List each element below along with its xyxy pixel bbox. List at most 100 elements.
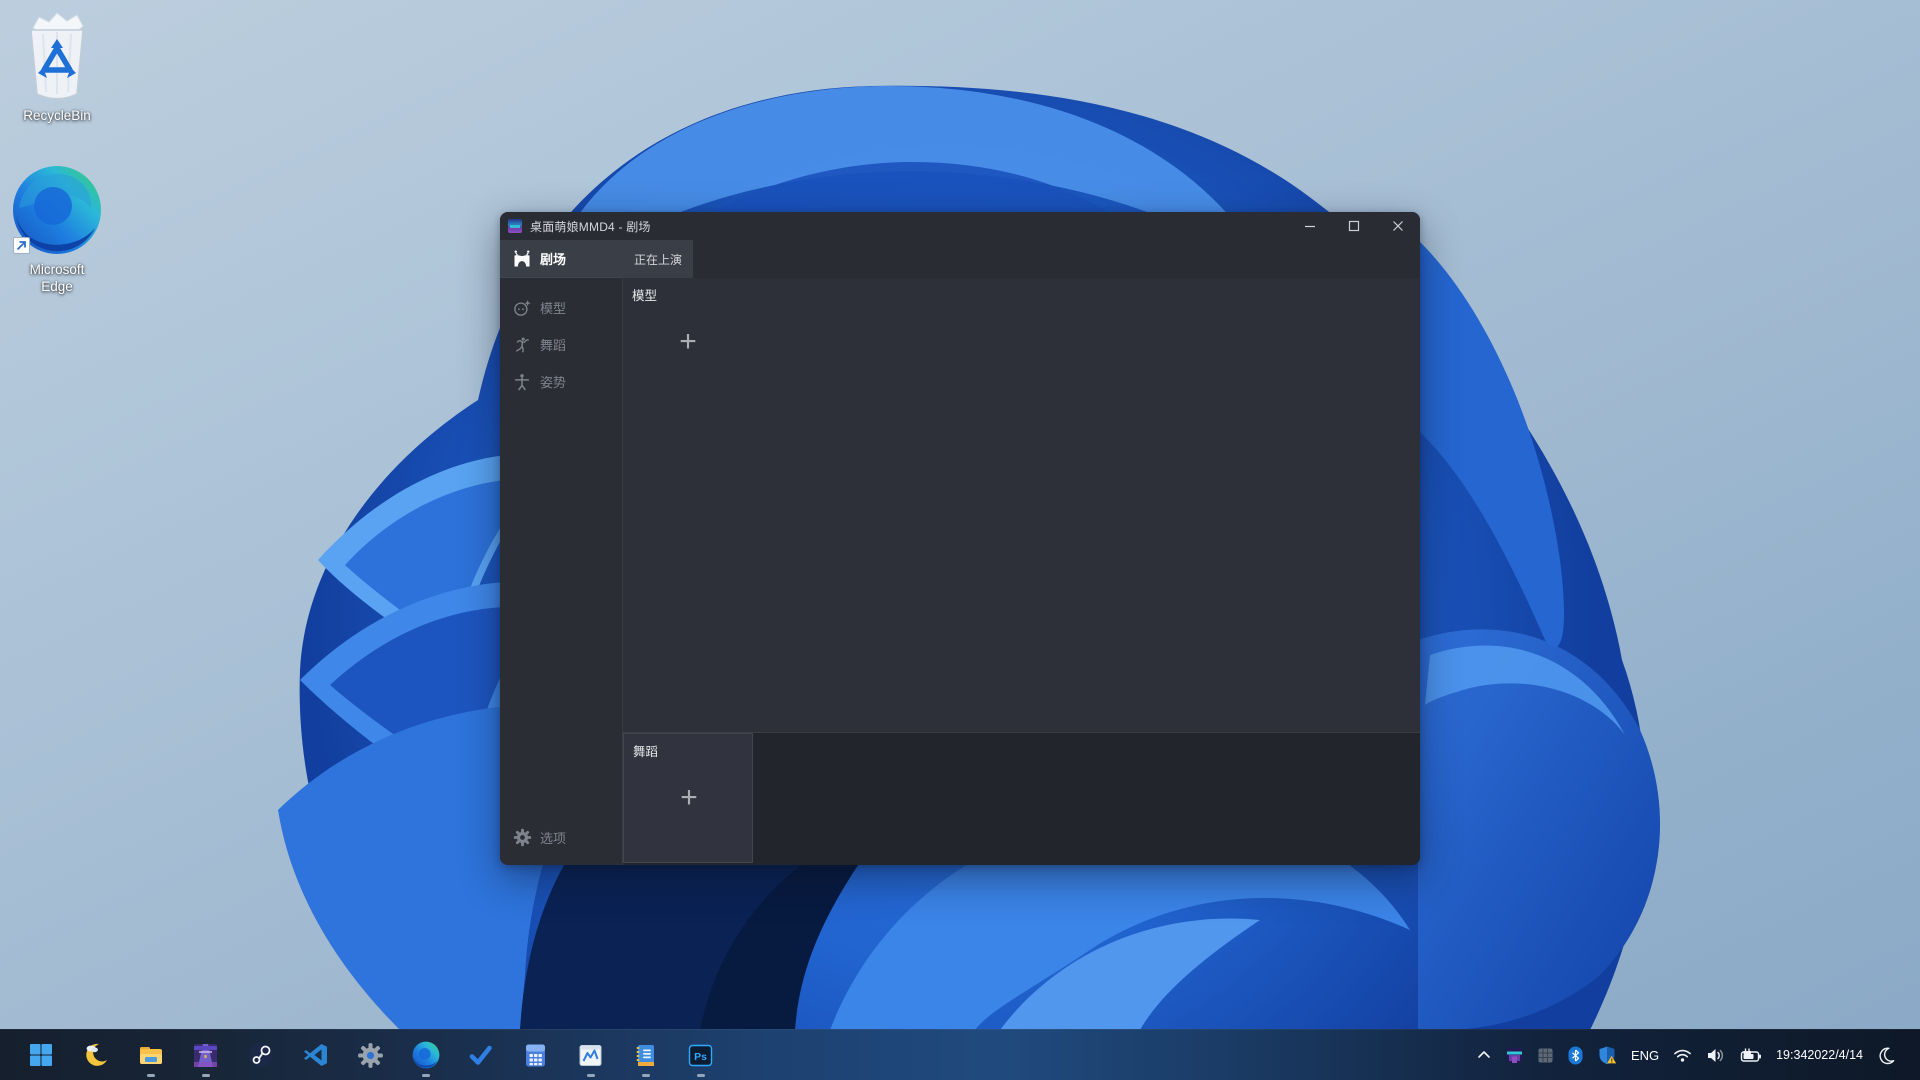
recycle-bin-icon xyxy=(30,12,84,100)
running-indicator xyxy=(421,1074,430,1077)
moon-icon xyxy=(1879,1047,1895,1064)
widgets-button[interactable] xyxy=(68,1030,123,1080)
edge-label: Microsoft Edge xyxy=(29,262,85,294)
maximize-icon xyxy=(1348,220,1360,232)
dance-panel-title: 舞蹈 xyxy=(633,745,659,759)
taskbar-apps: Ps xyxy=(13,1030,728,1080)
minimize-icon xyxy=(1305,225,1315,228)
notepad-button[interactable] xyxy=(618,1030,673,1080)
tab-bar: 正在上演 xyxy=(623,240,1420,278)
mmd-tray-icon xyxy=(1506,1047,1522,1063)
tray-mmd-app[interactable] xyxy=(1506,1047,1523,1064)
file-explorer-icon xyxy=(139,1047,162,1064)
recycle-bin-label: RecycleBin xyxy=(23,108,91,123)
pose-figure-icon xyxy=(512,372,532,392)
add-dance-button[interactable]: + xyxy=(667,776,711,820)
tray-time: 19:34 xyxy=(1776,1047,1808,1062)
vscode-icon xyxy=(303,1044,327,1066)
mmd-app-icon xyxy=(194,1043,217,1067)
svg-text:Ps: Ps xyxy=(694,1050,707,1062)
dance-panel: 舞蹈 + xyxy=(623,732,1420,865)
minimize-button[interactable] xyxy=(1288,212,1332,240)
maximize-button[interactable] xyxy=(1332,212,1376,240)
tray-security-shield[interactable] xyxy=(1597,1045,1617,1065)
sidebar-item-label: 模型 xyxy=(540,301,567,316)
calculator-icon xyxy=(526,1044,545,1066)
grid-icon xyxy=(1538,1048,1553,1062)
notepad-icon xyxy=(636,1044,654,1066)
sidebar-item-label: 选项 xyxy=(540,830,567,846)
sidebar: 剧场 模型 舞蹈 姿势 选项 xyxy=(500,240,623,865)
start-button[interactable] xyxy=(13,1030,68,1080)
steam-icon xyxy=(248,1043,273,1067)
sidebar-item-model[interactable]: 模型 xyxy=(500,289,622,326)
running-indicator xyxy=(641,1074,650,1077)
sidebar-item-options[interactable]: 选项 xyxy=(500,817,622,857)
settings-button[interactable] xyxy=(343,1030,398,1080)
tray-chevron-up[interactable] xyxy=(1476,1047,1492,1063)
sidebar-item-label: 舞蹈 xyxy=(540,338,567,353)
wifi-icon xyxy=(1674,1049,1692,1062)
model-panel-title: 模型 xyxy=(632,289,658,303)
windows-start-icon xyxy=(29,1044,52,1066)
sidebar-item-label: 剧场 xyxy=(540,252,567,267)
battery-charging-icon xyxy=(1740,1048,1762,1062)
bluetooth-icon xyxy=(1568,1046,1583,1064)
chevron-up-icon xyxy=(1478,1051,1490,1058)
weather-moon-icon xyxy=(85,1043,107,1066)
mmd-app-window: 桌面萌娘MMD4 - 剧场 剧场 模型 舞蹈 姿势 选项 正在上演 模型 + 舞… xyxy=(500,212,1420,865)
check-icon xyxy=(469,1045,492,1065)
app-window-icon xyxy=(508,219,522,233)
desktop-icon-microsoft-edge[interactable]: Microsoft Edge xyxy=(2,164,112,296)
tray-battery[interactable] xyxy=(1739,1047,1762,1064)
steam-button[interactable] xyxy=(233,1030,288,1080)
todo-app-button[interactable] xyxy=(453,1030,508,1080)
calculator-button[interactable] xyxy=(508,1030,563,1080)
security-shield-icon xyxy=(1599,1046,1617,1065)
window-title: 桌面萌娘MMD4 - 剧场 xyxy=(530,219,651,234)
tray-bluetooth[interactable] xyxy=(1568,1046,1583,1065)
speaker-icon xyxy=(1708,1048,1724,1062)
desktop-icon-recycle-bin[interactable]: RecycleBin xyxy=(2,10,112,125)
dance-figure-icon xyxy=(512,335,532,355)
sidebar-item-dance[interactable]: 舞蹈 xyxy=(500,326,622,363)
tray-clock[interactable]: 19:34 2022/4/14 xyxy=(1776,1047,1863,1063)
system-tray: ENG 19:34 2022/4/14 xyxy=(1476,1030,1920,1080)
running-indicator xyxy=(201,1074,210,1077)
tray-volume[interactable] xyxy=(1706,1047,1725,1064)
add-model-button[interactable]: + xyxy=(666,320,710,364)
sidebar-item-label: 姿势 xyxy=(540,375,567,390)
tab-now-playing[interactable]: 正在上演 xyxy=(623,240,693,278)
tray-night-mode[interactable] xyxy=(1877,1046,1896,1065)
chart-window-icon xyxy=(579,1044,602,1066)
tray-language[interactable]: ENG xyxy=(1631,1048,1659,1063)
tray-wifi[interactable] xyxy=(1673,1047,1692,1063)
running-indicator xyxy=(696,1074,705,1077)
close-icon xyxy=(1393,221,1403,231)
edge-taskbar-button[interactable] xyxy=(398,1030,453,1080)
gear-icon xyxy=(512,827,532,847)
running-indicator xyxy=(586,1074,595,1077)
close-button[interactable] xyxy=(1376,212,1420,240)
photoshop-button[interactable]: Ps xyxy=(673,1030,728,1080)
file-explorer-button[interactable] xyxy=(123,1030,178,1080)
dance-slot-card: 舞蹈 + xyxy=(623,733,753,863)
performance-monitor-button[interactable] xyxy=(563,1030,618,1080)
settings-gear-icon xyxy=(358,1042,383,1068)
vscode-button[interactable] xyxy=(288,1030,343,1080)
shortcut-arrow-icon xyxy=(13,237,30,254)
tray-grid-app[interactable] xyxy=(1537,1047,1554,1064)
window-titlebar[interactable]: 桌面萌娘MMD4 - 剧场 xyxy=(500,212,1420,240)
sidebar-item-theater[interactable]: 剧场 xyxy=(500,240,622,278)
taskbar: Ps ENG 19:34 2022/4/14 xyxy=(0,1029,1920,1080)
theater-stage-icon xyxy=(512,249,532,269)
edge-icon xyxy=(412,1041,439,1069)
tray-date: 2022/4/14 xyxy=(1807,1047,1863,1062)
mmd-app-taskbar-button[interactable] xyxy=(178,1030,233,1080)
desktop: RecycleBin Microsoft Edge 桌面萌娘MMD4 - 剧场 … xyxy=(0,0,1920,1080)
model-face-icon xyxy=(512,298,532,318)
running-indicator xyxy=(146,1074,155,1077)
model-panel: 模型 + xyxy=(623,278,1420,732)
sidebar-item-pose[interactable]: 姿势 xyxy=(500,363,622,400)
photoshop-icon: Ps xyxy=(688,1044,713,1066)
